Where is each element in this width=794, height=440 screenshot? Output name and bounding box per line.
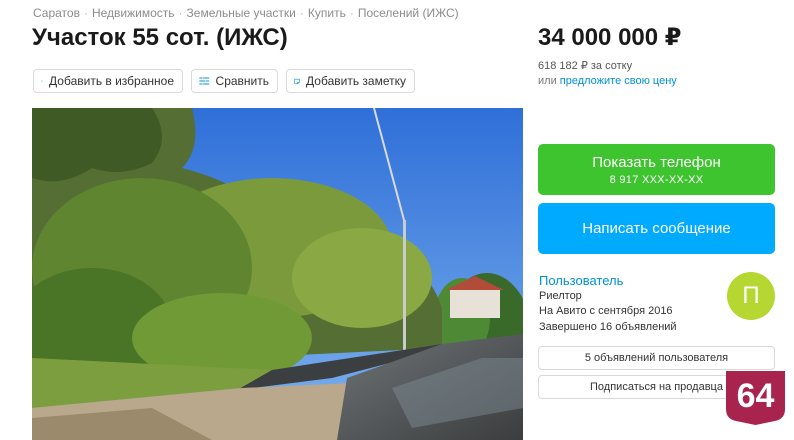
seller-listings-button[interactable]: 5 объявлений пользователя xyxy=(538,346,775,370)
avatar[interactable]: П xyxy=(727,272,775,320)
seller-type: Риелтор xyxy=(539,290,582,302)
breadcrumb-item-buy[interactable]: Купить xyxy=(308,6,346,20)
breadcrumb: Саратов · Недвижимость · Земельные участки · К… xyxy=(33,6,459,20)
heart-icon xyxy=(41,80,44,82)
breadcrumb-separator: · xyxy=(299,6,304,20)
site-64-badge: 64 xyxy=(726,371,785,425)
price-offer: или предложите свою цену xyxy=(538,75,677,87)
compare-label: Сравнить xyxy=(215,74,269,88)
seller-name-link[interactable]: Пользователь xyxy=(539,273,623,288)
compare-button[interactable]: Сравнить xyxy=(191,69,278,93)
add-note-label: Добавить заметку xyxy=(306,74,406,88)
breadcrumb-item-city[interactable]: Саратов xyxy=(33,6,80,20)
show-phone-label: Показать телефон xyxy=(592,154,721,171)
price-per-unit: 618 182 ₽ за сотку xyxy=(538,60,633,72)
seller-since: На Авито с сентября 2016 xyxy=(539,305,673,317)
breadcrumb-separator: · xyxy=(83,6,88,20)
show-phone-button[interactable]: Показать телефон 8 917 XXX-XX-XX xyxy=(538,144,775,195)
page-title: Участок 55 сот. (ИЖС) xyxy=(32,24,288,51)
listing-actions: Добавить в избранное Сравнить Добавить з… xyxy=(33,69,415,93)
offer-prefix: или xyxy=(538,75,560,87)
price: 34 000 000 ₽ xyxy=(538,24,682,51)
breadcrumb-separator: · xyxy=(349,6,354,20)
listing-photo[interactable] xyxy=(32,108,523,440)
add-note-button[interactable]: Добавить заметку xyxy=(286,69,415,93)
offer-price-link[interactable]: предложите свою цену xyxy=(560,75,677,87)
breadcrumb-separator: · xyxy=(178,6,183,20)
note-icon xyxy=(294,78,300,84)
listing-photo-image xyxy=(32,108,523,440)
add-to-favorites-button[interactable]: Добавить в избранное xyxy=(33,69,183,93)
breadcrumb-item-realty[interactable]: Недвижимость xyxy=(92,6,175,20)
breadcrumb-item-category[interactable]: Поселений (ИЖС) xyxy=(358,6,459,20)
badge-text: 64 xyxy=(737,377,775,415)
breadcrumb-item-land[interactable]: Земельные участки xyxy=(187,6,296,20)
send-message-button[interactable]: Написать сообщение xyxy=(538,203,775,254)
masked-phone-number: 8 917 XXX-XX-XX xyxy=(609,174,704,186)
add-to-favorites-label: Добавить в избранное xyxy=(49,74,174,88)
compare-icon xyxy=(199,77,210,85)
seller-completed-count: Завершено 16 объявлений xyxy=(539,321,677,333)
